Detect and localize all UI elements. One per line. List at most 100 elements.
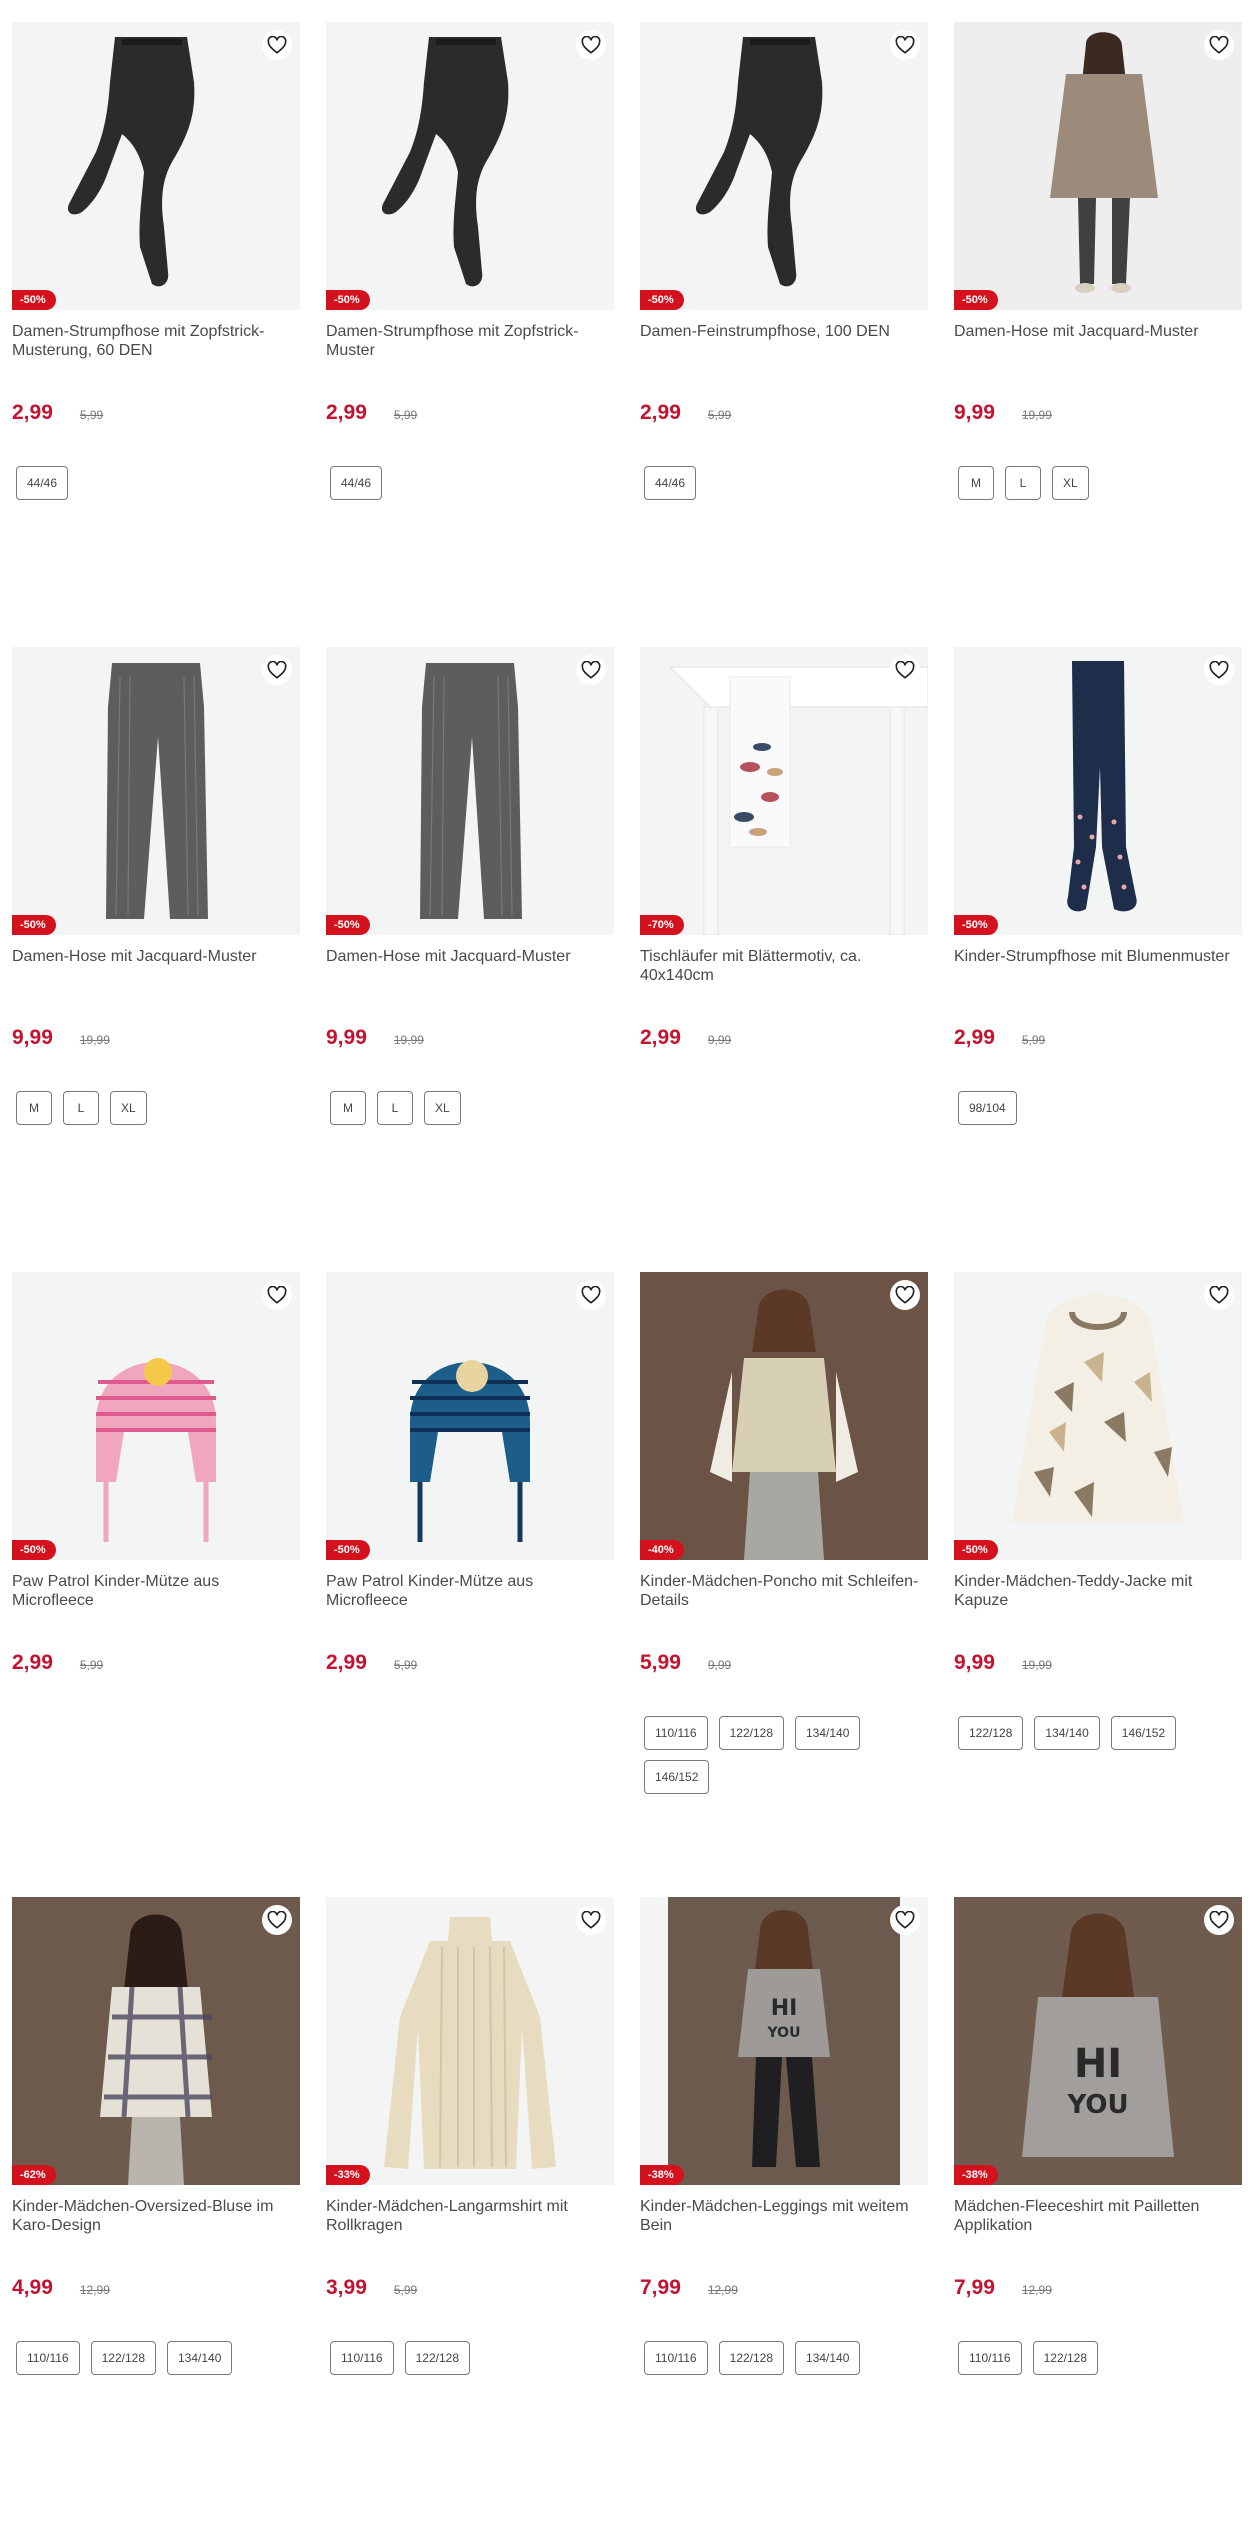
product-card[interactable]: -50% Damen-Strumpfhose mit Zopfstrick-Mu… bbox=[326, 22, 614, 647]
size-option[interactable]: M bbox=[330, 1091, 366, 1125]
size-option[interactable]: L bbox=[63, 1091, 99, 1125]
size-option[interactable]: 122/128 bbox=[718, 2341, 784, 2375]
size-option[interactable]: 44/46 bbox=[644, 466, 697, 500]
product-card[interactable]: -50% Paw Patrol Kinder-Mütze aus Microfl… bbox=[12, 1272, 300, 1897]
size-option[interactable]: 134/140 bbox=[1034, 1716, 1100, 1750]
size-option[interactable]: L bbox=[377, 1091, 413, 1125]
product-image[interactable]: HI YOU -38% bbox=[954, 1897, 1242, 2185]
wishlist-button[interactable] bbox=[262, 1280, 292, 1310]
size-options: M L XL bbox=[954, 466, 1242, 500]
product-image[interactable]: -50% bbox=[954, 22, 1242, 310]
product-photo bbox=[106, 663, 208, 919]
product-name[interactable]: Damen-Strumpfhose mit Zopfstrick-Musteru… bbox=[12, 322, 300, 362]
product-card[interactable]: -50% Paw Patrol Kinder-Mütze aus Microfl… bbox=[326, 1272, 614, 1897]
size-options: 110/116 122/128 bbox=[954, 2341, 1242, 2375]
size-option[interactable]: 44/46 bbox=[16, 466, 69, 500]
product-name[interactable]: Tischläufer mit Blättermotiv, ca. 40x140… bbox=[640, 947, 928, 987]
product-card[interactable]: -50% Kinder-Strumpfhose mit Blumenmuster… bbox=[954, 647, 1242, 1272]
product-card[interactable]: -70% Tischläufer mit Blättermotiv, ca. 4… bbox=[640, 647, 928, 1272]
wishlist-button[interactable] bbox=[1204, 655, 1234, 685]
product-image[interactable]: -50% bbox=[326, 1272, 614, 1560]
product-card[interactable]: -50% Damen-Hose mit Jacquard-Muster 9,99… bbox=[954, 22, 1242, 647]
size-option[interactable]: 122/128 bbox=[404, 2341, 470, 2375]
size-option[interactable]: 110/116 bbox=[644, 1716, 708, 1750]
wishlist-button[interactable] bbox=[890, 30, 920, 60]
product-image[interactable]: HI YOU -38% bbox=[640, 1897, 928, 2185]
wishlist-button[interactable] bbox=[576, 655, 606, 685]
product-name[interactable]: Damen-Hose mit Jacquard-Muster bbox=[954, 322, 1242, 362]
product-name[interactable]: Kinder-Mädchen-Langarmshirt mit Rollkrag… bbox=[326, 2197, 614, 2237]
product-image[interactable]: -50% bbox=[954, 647, 1242, 935]
size-option[interactable]: XL bbox=[1052, 466, 1089, 500]
wishlist-button[interactable] bbox=[576, 30, 606, 60]
product-image[interactable]: -50% bbox=[954, 1272, 1242, 1560]
product-name[interactable]: Mädchen-Fleeceshirt mit Pailletten Appli… bbox=[954, 2197, 1242, 2237]
size-option[interactable]: XL bbox=[110, 1091, 147, 1125]
product-name[interactable]: Damen-Strumpfhose mit Zopfstrick-Muster bbox=[326, 322, 614, 362]
size-option[interactable]: 122/128 bbox=[958, 1716, 1024, 1750]
size-option[interactable]: 110/116 bbox=[16, 2341, 80, 2375]
size-option[interactable]: XL bbox=[424, 1091, 461, 1125]
size-options: 110/116 122/128 134/140 146/152 bbox=[640, 1716, 928, 1794]
product-name[interactable]: Kinder-Mädchen-Leggings mit weitem Bein bbox=[640, 2197, 928, 2237]
product-card[interactable]: -33% Kinder-Mädchen-Langarmshirt mit Rol… bbox=[326, 1897, 614, 2522]
product-card[interactable]: -50% Damen-Hose mit Jacquard-Muster 9,99… bbox=[326, 647, 614, 1272]
wishlist-button[interactable] bbox=[1204, 30, 1234, 60]
product-name[interactable]: Kinder-Mädchen-Poncho mit Schleifen-Deta… bbox=[640, 1572, 928, 1612]
product-name[interactable]: Damen-Feinstrumpfhose, 100 DEN bbox=[640, 322, 928, 362]
size-option[interactable]: 146/152 bbox=[1110, 1716, 1177, 1750]
size-option[interactable]: 44/46 bbox=[330, 466, 383, 500]
product-card[interactable]: -50% Kinder-Mädchen-Teddy-Jacke mit Kapu… bbox=[954, 1272, 1242, 1897]
size-option[interactable]: 110/116 bbox=[644, 2341, 708, 2375]
size-option[interactable]: 122/128 bbox=[1032, 2341, 1098, 2375]
size-option[interactable]: 134/140 bbox=[795, 1716, 861, 1750]
discount-badge: -50% bbox=[326, 915, 370, 935]
product-card[interactable]: -50% Damen-Hose mit Jacquard-Muster 9,99… bbox=[12, 647, 300, 1272]
product-card[interactable]: HI YOU -38% Mädchen-Fleeceshirt mit Pail… bbox=[954, 1897, 1242, 2522]
product-card[interactable]: -50% Damen-Feinstrumpfhose, 100 DEN 2,99… bbox=[640, 22, 928, 647]
product-image[interactable]: -50% bbox=[12, 647, 300, 935]
product-image[interactable]: -50% bbox=[12, 22, 300, 310]
product-image[interactable]: -62% bbox=[12, 1897, 300, 2185]
product-image[interactable]: -50% bbox=[640, 22, 928, 310]
size-option[interactable]: M bbox=[16, 1091, 52, 1125]
wishlist-button[interactable] bbox=[890, 1280, 920, 1310]
size-option[interactable]: 134/140 bbox=[795, 2341, 861, 2375]
product-card[interactable]: -40% Kinder-Mädchen-Poncho mit Schleifen… bbox=[640, 1272, 928, 1897]
product-image[interactable]: -33% bbox=[326, 1897, 614, 2185]
product-name[interactable]: Damen-Hose mit Jacquard-Muster bbox=[12, 947, 300, 987]
product-name[interactable]: Paw Patrol Kinder-Mütze aus Microfleece bbox=[12, 1572, 300, 1612]
wishlist-button[interactable] bbox=[890, 655, 920, 685]
size-option[interactable]: 122/128 bbox=[90, 2341, 156, 2375]
size-option[interactable]: M bbox=[958, 466, 994, 500]
product-image[interactable]: -50% bbox=[326, 22, 614, 310]
product-name[interactable]: Paw Patrol Kinder-Mütze aus Microfleece bbox=[326, 1572, 614, 1612]
product-name[interactable]: Kinder-Mädchen-Oversized-Bluse im Karo-D… bbox=[12, 2197, 300, 2237]
product-card[interactable]: -62% Kinder-Mädchen-Oversized-Bluse im K… bbox=[12, 1897, 300, 2522]
product-image[interactable]: -50% bbox=[12, 1272, 300, 1560]
product-name[interactable]: Kinder-Mädchen-Teddy-Jacke mit Kapuze bbox=[954, 1572, 1242, 1612]
product-card[interactable]: -50% Damen-Strumpfhose mit Zopfstrick-Mu… bbox=[12, 22, 300, 647]
wishlist-button[interactable] bbox=[1204, 1280, 1234, 1310]
product-image[interactable]: -70% bbox=[640, 647, 928, 935]
product-image[interactable]: -50% bbox=[326, 647, 614, 935]
wishlist-button[interactable] bbox=[576, 1905, 606, 1935]
wishlist-button[interactable] bbox=[890, 1905, 920, 1935]
wishlist-button[interactable] bbox=[1204, 1905, 1234, 1935]
product-card[interactable]: HI YOU -38% Kinder-Mädchen-Leggings mit … bbox=[640, 1897, 928, 2522]
wishlist-button[interactable] bbox=[262, 1905, 292, 1935]
wishlist-button[interactable] bbox=[262, 30, 292, 60]
wishlist-button[interactable] bbox=[576, 1280, 606, 1310]
product-name[interactable]: Damen-Hose mit Jacquard-Muster bbox=[326, 947, 614, 987]
product-image[interactable]: -40% bbox=[640, 1272, 928, 1560]
size-option[interactable]: 122/128 bbox=[718, 1716, 784, 1750]
size-option[interactable]: 110/116 bbox=[958, 2341, 1022, 2375]
original-price: 5,99 bbox=[1021, 1033, 1046, 1047]
size-option[interactable]: 110/116 bbox=[330, 2341, 394, 2375]
wishlist-button[interactable] bbox=[262, 655, 292, 685]
product-name[interactable]: Kinder-Strumpfhose mit Blumenmuster bbox=[954, 947, 1242, 987]
size-option[interactable]: 98/104 bbox=[958, 1091, 1017, 1125]
size-option[interactable]: L bbox=[1005, 466, 1041, 500]
size-option[interactable]: 146/152 bbox=[644, 1760, 710, 1794]
size-option[interactable]: 134/140 bbox=[167, 2341, 233, 2375]
